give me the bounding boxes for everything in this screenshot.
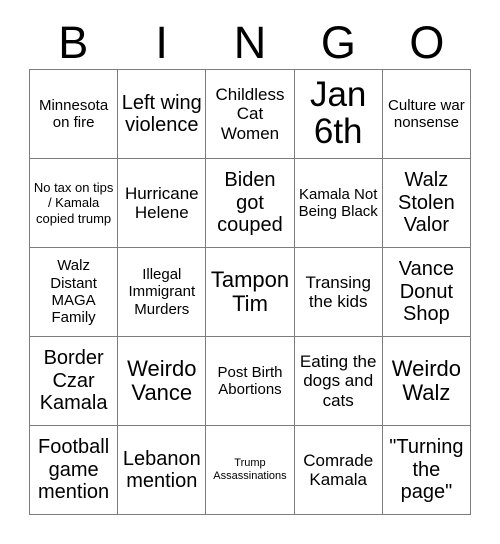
bingo-cell-label: Comrade Kamala	[303, 450, 374, 489]
bingo-cell-label: Post Birth Abortions	[217, 363, 283, 398]
bingo-cell-label: Jan 6th	[309, 75, 367, 151]
bingo-cell-label: Border Czar Kamala	[39, 347, 108, 415]
bingo-cell-label: Weirdo Walz	[391, 355, 462, 405]
bingo-cell[interactable]: Left wing violence	[118, 70, 207, 159]
header-letter-b: B	[58, 17, 89, 68]
bingo-cell-label: Minnesota on fire	[38, 96, 109, 131]
bingo-cell[interactable]: Comrade Kamala	[294, 426, 383, 515]
header-letter-n: N	[233, 17, 267, 68]
bingo-cell[interactable]: Vance Donut Shop	[382, 248, 471, 337]
bingo-cell-label: Lebanon mention	[122, 447, 201, 492]
bingo-cell-label: Trump Assassinations	[213, 457, 287, 482]
bingo-cell[interactable]: Trump Assassinations	[206, 426, 295, 515]
bingo-cell[interactable]: Illegal Immigrant Murders	[118, 248, 207, 337]
bingo-cell[interactable]: Tampon Tim	[206, 248, 295, 337]
bingo-cell-label: Football game mention	[38, 436, 110, 504]
bingo-cell-label: Kamala Not Being Black	[298, 185, 378, 220]
bingo-cell-label: Culture war nonsense	[388, 96, 465, 131]
bingo-cell-label: Hurricane Helene	[124, 183, 199, 222]
bingo-cell-label: Illegal Immigrant Murders	[128, 265, 196, 318]
bingo-cell[interactable]: Border Czar Kamala	[30, 337, 119, 426]
bingo-grid: Minnesota on fire Left wing violence Chi…	[29, 69, 471, 515]
bingo-cell[interactable]: No tax on tips / Kamala copied trump	[30, 159, 119, 248]
bingo-cell[interactable]: Hurricane Helene	[118, 159, 207, 248]
bingo-cell-label: No tax on tips / Kamala copied trump	[33, 180, 114, 226]
bingo-header: B I N G O	[29, 16, 471, 69]
bingo-cell[interactable]: Culture war nonsense	[382, 70, 471, 159]
bingo-cell[interactable]: Lebanon mention	[118, 426, 207, 515]
bingo-cell-label: Biden got couped	[217, 169, 283, 237]
header-letter-o: O	[409, 17, 445, 68]
bingo-cell-label: Childless Cat Women	[215, 84, 285, 143]
bingo-cell[interactable]: Football game mention	[30, 426, 119, 515]
bingo-cell-label: "Turning the page"	[389, 436, 464, 504]
bingo-cell[interactable]: Post Birth Abortions	[206, 337, 295, 426]
bingo-cell[interactable]: Eating the dogs and cats	[294, 337, 383, 426]
bingo-cell-label: Walz Stolen Valor	[398, 169, 455, 237]
bingo-cell-label: Transing the kids	[305, 272, 371, 311]
bingo-cell[interactable]: Jan 6th	[294, 70, 383, 159]
bingo-cell-label: Walz Distant MAGA Family	[50, 257, 97, 327]
bingo-cell[interactable]: Childless Cat Women	[206, 70, 295, 159]
bingo-cell[interactable]: Weirdo Vance	[118, 337, 207, 426]
header-letter-g: G	[320, 17, 356, 68]
header-letter-i: I	[155, 17, 168, 68]
bingo-cell-label: Weirdo Vance	[127, 355, 197, 405]
bingo-cell[interactable]: Weirdo Walz	[382, 337, 471, 426]
bingo-cell-label: Eating the dogs and cats	[299, 351, 377, 410]
bingo-cell[interactable]: Minnesota on fire	[30, 70, 119, 159]
bingo-cell-label: Left wing violence	[121, 91, 202, 136]
bingo-cell[interactable]: Biden got couped	[206, 159, 295, 248]
bingo-cell[interactable]: Walz Stolen Valor	[382, 159, 471, 248]
bingo-cell[interactable]: Transing the kids	[294, 248, 383, 337]
bingo-cell-label: Vance Donut Shop	[398, 258, 454, 326]
bingo-cell[interactable]: Kamala Not Being Black	[294, 159, 383, 248]
bingo-cell-label: Tampon Tim	[210, 266, 290, 316]
bingo-cell[interactable]: "Turning the page"	[382, 426, 471, 515]
bingo-card: B I N G O Minnesota on fire Left wing vi…	[0, 0, 500, 544]
bingo-cell[interactable]: Walz Distant MAGA Family	[30, 248, 119, 337]
